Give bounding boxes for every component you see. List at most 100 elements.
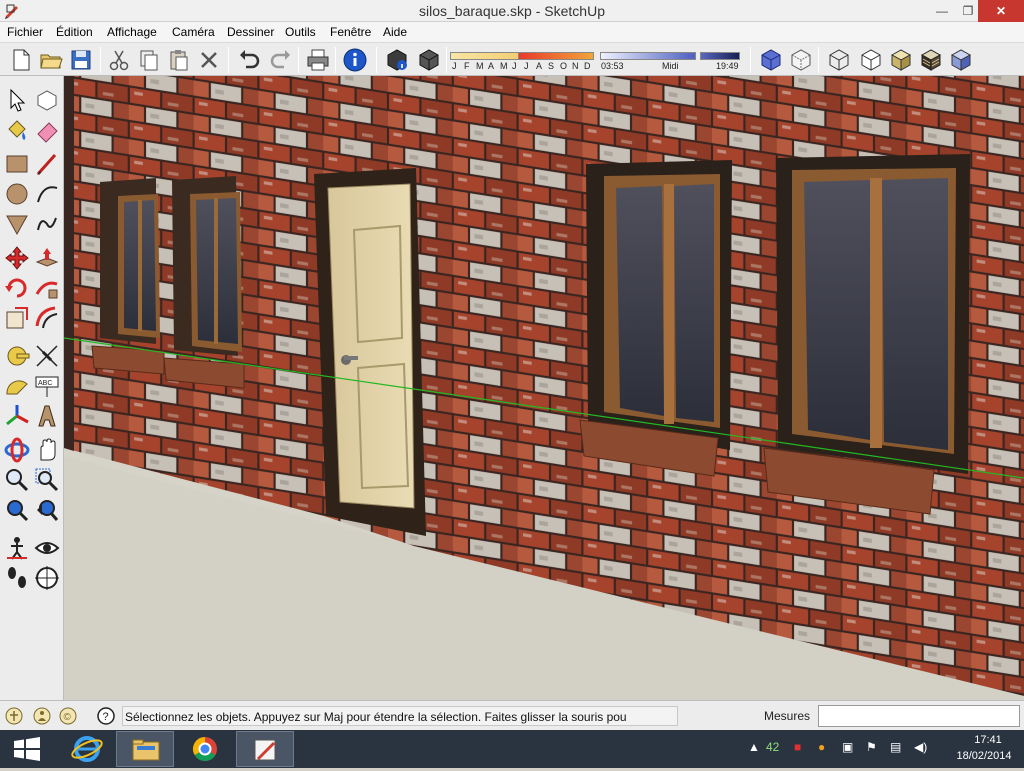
menu-outils[interactable]: Outils (285, 25, 316, 39)
section-plane-icon[interactable] (33, 564, 61, 592)
menu-fichier[interactable]: Fichier (7, 25, 43, 39)
credits-icon[interactable] (32, 706, 52, 726)
tape-measure-icon[interactable] (3, 342, 31, 370)
walk-icon[interactable] (3, 564, 31, 592)
component-info-icon[interactable] (384, 47, 410, 73)
open-icon[interactable] (38, 47, 64, 73)
tray-app-o-icon[interactable]: ● (818, 740, 825, 754)
measures-input[interactable] (818, 705, 1020, 727)
iso-view-icon[interactable] (758, 47, 784, 73)
copy-icon[interactable] (136, 47, 162, 73)
window-right-2 (763, 154, 970, 515)
freehand-icon[interactable] (33, 210, 61, 238)
axes-icon[interactable] (3, 402, 31, 430)
look-around-icon[interactable] (33, 534, 61, 562)
menu-dessiner[interactable]: Dessiner (227, 25, 274, 39)
rectangle-icon[interactable] (3, 150, 31, 178)
chrome-icon[interactable] (176, 731, 234, 767)
tray-flag-icon[interactable]: ⚑ (866, 740, 877, 754)
eraser-icon[interactable] (33, 116, 61, 144)
zoom-icon[interactable] (3, 466, 31, 494)
time-mid-label: Midi (662, 61, 679, 71)
clock-time[interactable]: 17:41 (958, 734, 1018, 746)
pan-icon[interactable] (33, 436, 61, 464)
dimension-icon[interactable] (33, 342, 61, 370)
undo-icon[interactable] (236, 47, 262, 73)
scale-icon[interactable] (3, 304, 31, 332)
window-title: silos_baraque.skp - SketchUp (419, 3, 605, 19)
menu-affichage[interactable]: Affichage (107, 25, 157, 39)
xray-view-icon[interactable] (788, 47, 814, 73)
tray-network-icon[interactable]: ▤ (890, 740, 901, 754)
user-icon[interactable]: © (58, 706, 78, 726)
tools-palette: ABC (0, 76, 64, 700)
3d-text-icon[interactable] (33, 402, 61, 430)
month-label: S (548, 61, 555, 71)
erase-icon[interactable] (196, 47, 222, 73)
toolbar-separator (446, 47, 447, 73)
menu-aide[interactable]: Aide (383, 25, 407, 39)
svg-text:ABC: ABC (38, 380, 52, 387)
orbit-icon[interactable] (3, 436, 31, 464)
toolbar-separator (298, 47, 299, 73)
time-start-label: 03:53 (601, 61, 624, 71)
print-icon[interactable] (305, 47, 331, 73)
previous-view-icon[interactable] (33, 496, 61, 524)
select-icon[interactable] (3, 86, 31, 114)
new-icon[interactable] (8, 47, 34, 73)
geolocation-icon[interactable] (4, 706, 24, 726)
polygon-icon[interactable] (3, 210, 31, 238)
circle-icon[interactable] (3, 180, 31, 208)
wooden-door (314, 168, 426, 536)
redo-icon[interactable] (268, 47, 294, 73)
wireframe-icon[interactable] (826, 47, 852, 73)
internet-explorer-icon[interactable] (58, 731, 116, 767)
month-label: M (500, 61, 508, 71)
push-pull-icon[interactable] (33, 244, 61, 272)
tray-volume-icon[interactable]: ◀) (914, 740, 927, 754)
paste-icon[interactable] (166, 47, 192, 73)
close-button[interactable]: ✕ (978, 0, 1024, 22)
3d-viewport[interactable] (64, 76, 1024, 700)
menu-fenetre[interactable]: Fenêtre (330, 25, 371, 39)
component-icon[interactable] (416, 47, 442, 73)
protractor-icon[interactable] (3, 372, 31, 400)
monochrome-icon[interactable] (948, 47, 974, 73)
zoom-window-icon[interactable] (33, 466, 61, 494)
cut-icon[interactable] (106, 47, 132, 73)
hidden-line-icon[interactable] (858, 47, 884, 73)
paint-bucket-icon[interactable] (3, 116, 31, 144)
sketchup-icon[interactable] (236, 731, 294, 767)
menu-edition[interactable]: Édition (56, 25, 93, 39)
shaded-icon[interactable] (888, 47, 914, 73)
move-icon[interactable] (3, 244, 31, 272)
line-icon[interactable] (33, 150, 61, 178)
zoom-extents-icon[interactable] (3, 496, 31, 524)
make-component-icon[interactable] (33, 86, 61, 114)
offset-icon[interactable] (33, 304, 61, 332)
tray-app-m-icon[interactable]: ■ (794, 740, 801, 754)
rotate-icon[interactable] (3, 274, 31, 302)
tray-safely-remove-icon[interactable]: ▣ (842, 740, 853, 754)
file-explorer-icon[interactable] (116, 731, 174, 767)
text-icon[interactable]: ABC (33, 372, 61, 400)
arc-icon[interactable] (33, 180, 61, 208)
time-slider[interactable] (600, 52, 696, 60)
menu-camera[interactable]: Caméra (172, 25, 215, 39)
save-icon[interactable] (68, 47, 94, 73)
position-camera-icon[interactable] (3, 534, 31, 562)
toolbar-separator (100, 47, 101, 73)
status-message: Sélectionnez les objets. Appuyez sur Maj… (122, 706, 678, 726)
window-right-1 (579, 160, 732, 477)
shaded-textures-icon[interactable] (918, 47, 944, 73)
shadow-settings: J F M A M J J A S O N D 03:53 Midi 19:49 (450, 46, 745, 74)
windows-start-icon[interactable] (0, 731, 58, 767)
help-icon[interactable]: ? (96, 706, 116, 726)
tray-show-hidden-icon[interactable]: ▲ (748, 740, 760, 754)
follow-me-icon[interactable] (33, 274, 61, 302)
month-label: M (476, 61, 484, 71)
model-info-icon[interactable] (342, 47, 368, 73)
clock-date[interactable]: 18/02/2014 (948, 750, 1020, 762)
month-label: J (512, 61, 517, 71)
wall-corner-edge (64, 76, 74, 451)
